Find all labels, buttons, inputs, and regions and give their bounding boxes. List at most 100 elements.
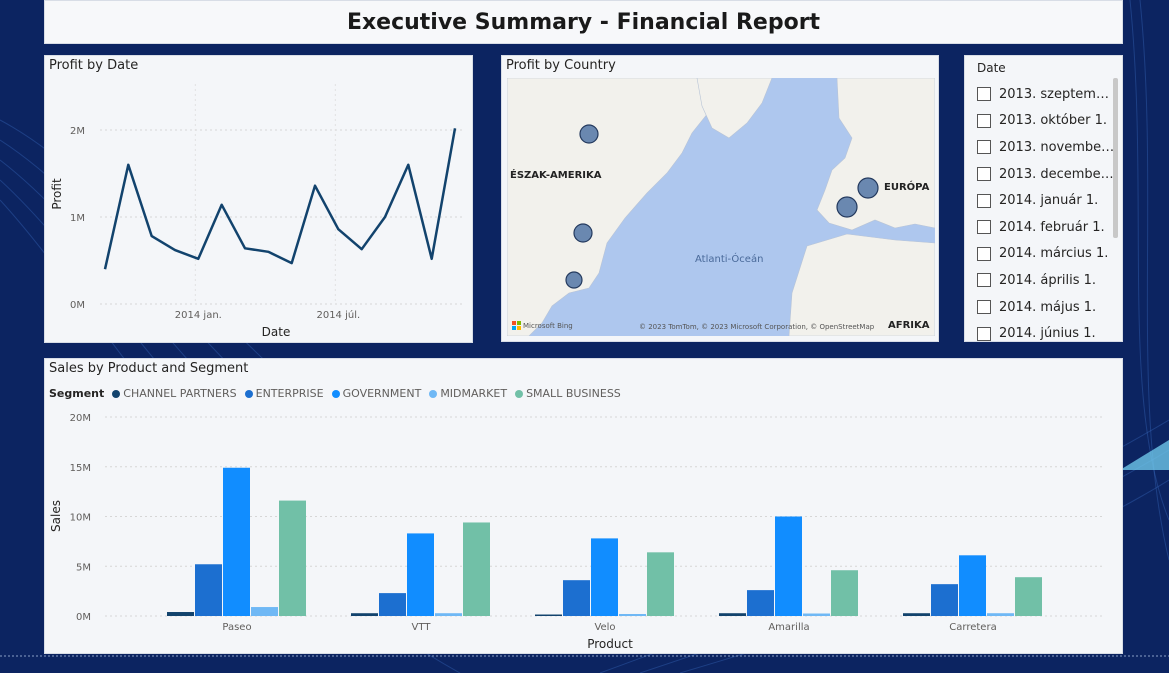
map-label-europe: EURÓPA xyxy=(884,182,930,193)
sales-bar[interactable] xyxy=(959,555,986,616)
report-title: Executive Summary - Financial Report xyxy=(346,9,821,35)
sales-y-tick-label: 15M xyxy=(70,463,91,474)
date-slicer[interactable]: Date 2013. szeptember 1. 2013. október 1.… xyxy=(964,55,1123,342)
slicer-checkbox[interactable] xyxy=(977,273,991,288)
slicer-list: 2013. szeptember 1. 2013. október 1. 2013.… xyxy=(977,81,1117,347)
slicer-header: Date xyxy=(977,61,1006,75)
sales-x-tick-label: Amarilla xyxy=(768,622,809,633)
slicer-item[interactable]: 2013. október 1. xyxy=(977,108,1117,135)
sales-bar[interactable] xyxy=(619,614,646,616)
sales-bar[interactable] xyxy=(279,500,306,616)
sales-bar[interactable] xyxy=(1015,577,1042,616)
sales-bar-chart[interactable]: 0M 5M 10M 15M 20M Paseo VTT Velo Amarilla Carret… xyxy=(45,359,1124,655)
slicer-checkbox[interactable] xyxy=(977,300,991,315)
slicer-checkbox[interactable] xyxy=(977,246,991,261)
sales-bar[interactable] xyxy=(535,614,562,616)
slicer-item-label: 2014. február 1. xyxy=(999,219,1105,235)
profit-series-line[interactable] xyxy=(103,128,457,270)
sales-bar[interactable] xyxy=(251,607,278,616)
map-land-shapes xyxy=(507,78,935,336)
map-label-africa: AFRIKA xyxy=(888,320,930,331)
profit-y-tick-label: 1M xyxy=(70,213,85,224)
slicer-checkbox[interactable] xyxy=(977,113,991,128)
slicer-item[interactable]: 2014. június 1. xyxy=(977,320,1117,347)
slicer-checkbox[interactable] xyxy=(977,140,991,155)
map-copyright[interactable]: © 2023 TomTom, © 2023 Microsoft Corporat… xyxy=(639,323,874,331)
sales-y-tick-label: 20M xyxy=(70,413,91,424)
sales-y-tick-label: 0M xyxy=(76,612,91,623)
sales-bar[interactable] xyxy=(903,613,930,616)
slicer-item-label: 2013. október 1. xyxy=(999,113,1108,129)
slicer-item-label: 2014. január 1. xyxy=(999,193,1099,209)
sales-bar[interactable] xyxy=(167,612,194,616)
sales-x-tick-label: Paseo xyxy=(222,622,251,633)
slicer-item-label: 2013. december 1. xyxy=(999,166,1117,182)
slicer-item-label: 2014. március 1. xyxy=(999,246,1109,262)
map-label-ocean: Atlanti-Óceán xyxy=(695,254,764,265)
sales-y-tick-label: 10M xyxy=(70,513,91,524)
sales-x-tick-label: VTT xyxy=(412,622,432,633)
world-map[interactable]: ÉSZAK-AMERIKA EURÓPA Atlanti-Óceán AFRIK… xyxy=(507,78,935,336)
sales-bar[interactable] xyxy=(563,580,590,616)
sales-bar[interactable] xyxy=(987,613,1014,616)
sales-x-axis-title: Product xyxy=(587,637,633,651)
map-label-north-america: ÉSZAK-AMERIKA xyxy=(510,170,602,181)
profit-by-date-visual[interactable]: Profit by Date 0M 1M 2M 2014 jan. 2014 júl.… xyxy=(44,55,473,343)
report-title-bar: Executive Summary - Financial Report xyxy=(44,0,1123,44)
slicer-checkbox[interactable] xyxy=(977,193,991,208)
slicer-item[interactable]: 2014. január 1. xyxy=(977,187,1117,214)
slicer-item[interactable]: 2014. március 1. xyxy=(977,241,1117,268)
profit-y-axis-title: Profit xyxy=(50,178,64,210)
slicer-scrollbar[interactable] xyxy=(1113,78,1118,238)
map-bubble-france[interactable] xyxy=(836,196,858,218)
slicer-item[interactable]: 2014. május 1. xyxy=(977,294,1117,321)
sales-bar[interactable] xyxy=(775,516,802,617)
sales-bar[interactable] xyxy=(803,613,830,616)
sales-bar[interactable] xyxy=(719,613,746,616)
slicer-item[interactable]: 2013. december 1. xyxy=(977,161,1117,188)
sales-bar[interactable] xyxy=(831,570,858,616)
sales-y-tick-label: 5M xyxy=(76,562,91,573)
sales-bar[interactable] xyxy=(931,584,958,616)
profit-by-country-visual[interactable]: Profit by Country ÉSZAK-AMERIKA EURÓPA A… xyxy=(501,55,939,342)
sales-bar[interactable] xyxy=(223,467,250,616)
profit-x-tick-label: 2014 jan. xyxy=(175,310,222,321)
profit-x-axis-title: Date xyxy=(262,325,291,339)
slicer-item-label: 2013. november 1. xyxy=(999,139,1117,155)
slicer-checkbox[interactable] xyxy=(977,326,991,341)
sales-y-axis-title: Sales xyxy=(49,500,63,532)
sales-bar[interactable] xyxy=(647,552,674,616)
slicer-item-label: 2014. június 1. xyxy=(999,326,1096,342)
microsoft-logo-icon xyxy=(512,321,521,330)
slicer-item[interactable]: 2013. november 1. xyxy=(977,134,1117,161)
slicer-item-label: 2014. május 1. xyxy=(999,299,1097,315)
map-bubble-germany[interactable] xyxy=(857,177,879,199)
sales-bar[interactable] xyxy=(407,533,434,616)
sales-by-product-visual[interactable]: Sales by Product and Segment Segment CHA… xyxy=(44,358,1123,654)
sales-bar[interactable] xyxy=(747,590,774,616)
sales-bar[interactable] xyxy=(379,593,406,616)
bing-brand-text: Microsoft Bing xyxy=(523,321,573,330)
sales-bar[interactable] xyxy=(463,522,490,616)
profit-by-country-title: Profit by Country xyxy=(506,58,616,73)
slicer-checkbox[interactable] xyxy=(977,220,991,235)
profit-line-chart[interactable]: 0M 1M 2M 2014 jan. 2014 júl. Profit Date xyxy=(45,56,474,344)
sales-bar[interactable] xyxy=(351,613,378,616)
sales-bar[interactable] xyxy=(435,613,462,616)
profit-y-tick-label: 2M xyxy=(70,126,85,137)
slicer-item[interactable]: 2013. szeptember 1. xyxy=(977,81,1117,108)
map-bubble-usa[interactable] xyxy=(573,223,593,243)
sales-bar[interactable] xyxy=(195,564,222,616)
slicer-checkbox[interactable] xyxy=(977,87,991,102)
slicer-item-label: 2014. április 1. xyxy=(999,272,1097,288)
slicer-item[interactable]: 2014. február 1. xyxy=(977,214,1117,241)
bing-attribution: Microsoft Bing xyxy=(512,321,573,330)
sales-x-tick-label: Carretera xyxy=(949,622,996,633)
slicer-checkbox[interactable] xyxy=(977,167,991,182)
slicer-item[interactable]: 2014. április 1. xyxy=(977,267,1117,294)
map-bubble-canada[interactable] xyxy=(579,124,599,144)
sales-bar[interactable] xyxy=(591,538,618,616)
profit-y-tick-label: 0M xyxy=(70,300,85,311)
slicer-item-label: 2013. szeptember 1. xyxy=(999,86,1117,102)
map-bubble-mexico[interactable] xyxy=(565,271,583,289)
